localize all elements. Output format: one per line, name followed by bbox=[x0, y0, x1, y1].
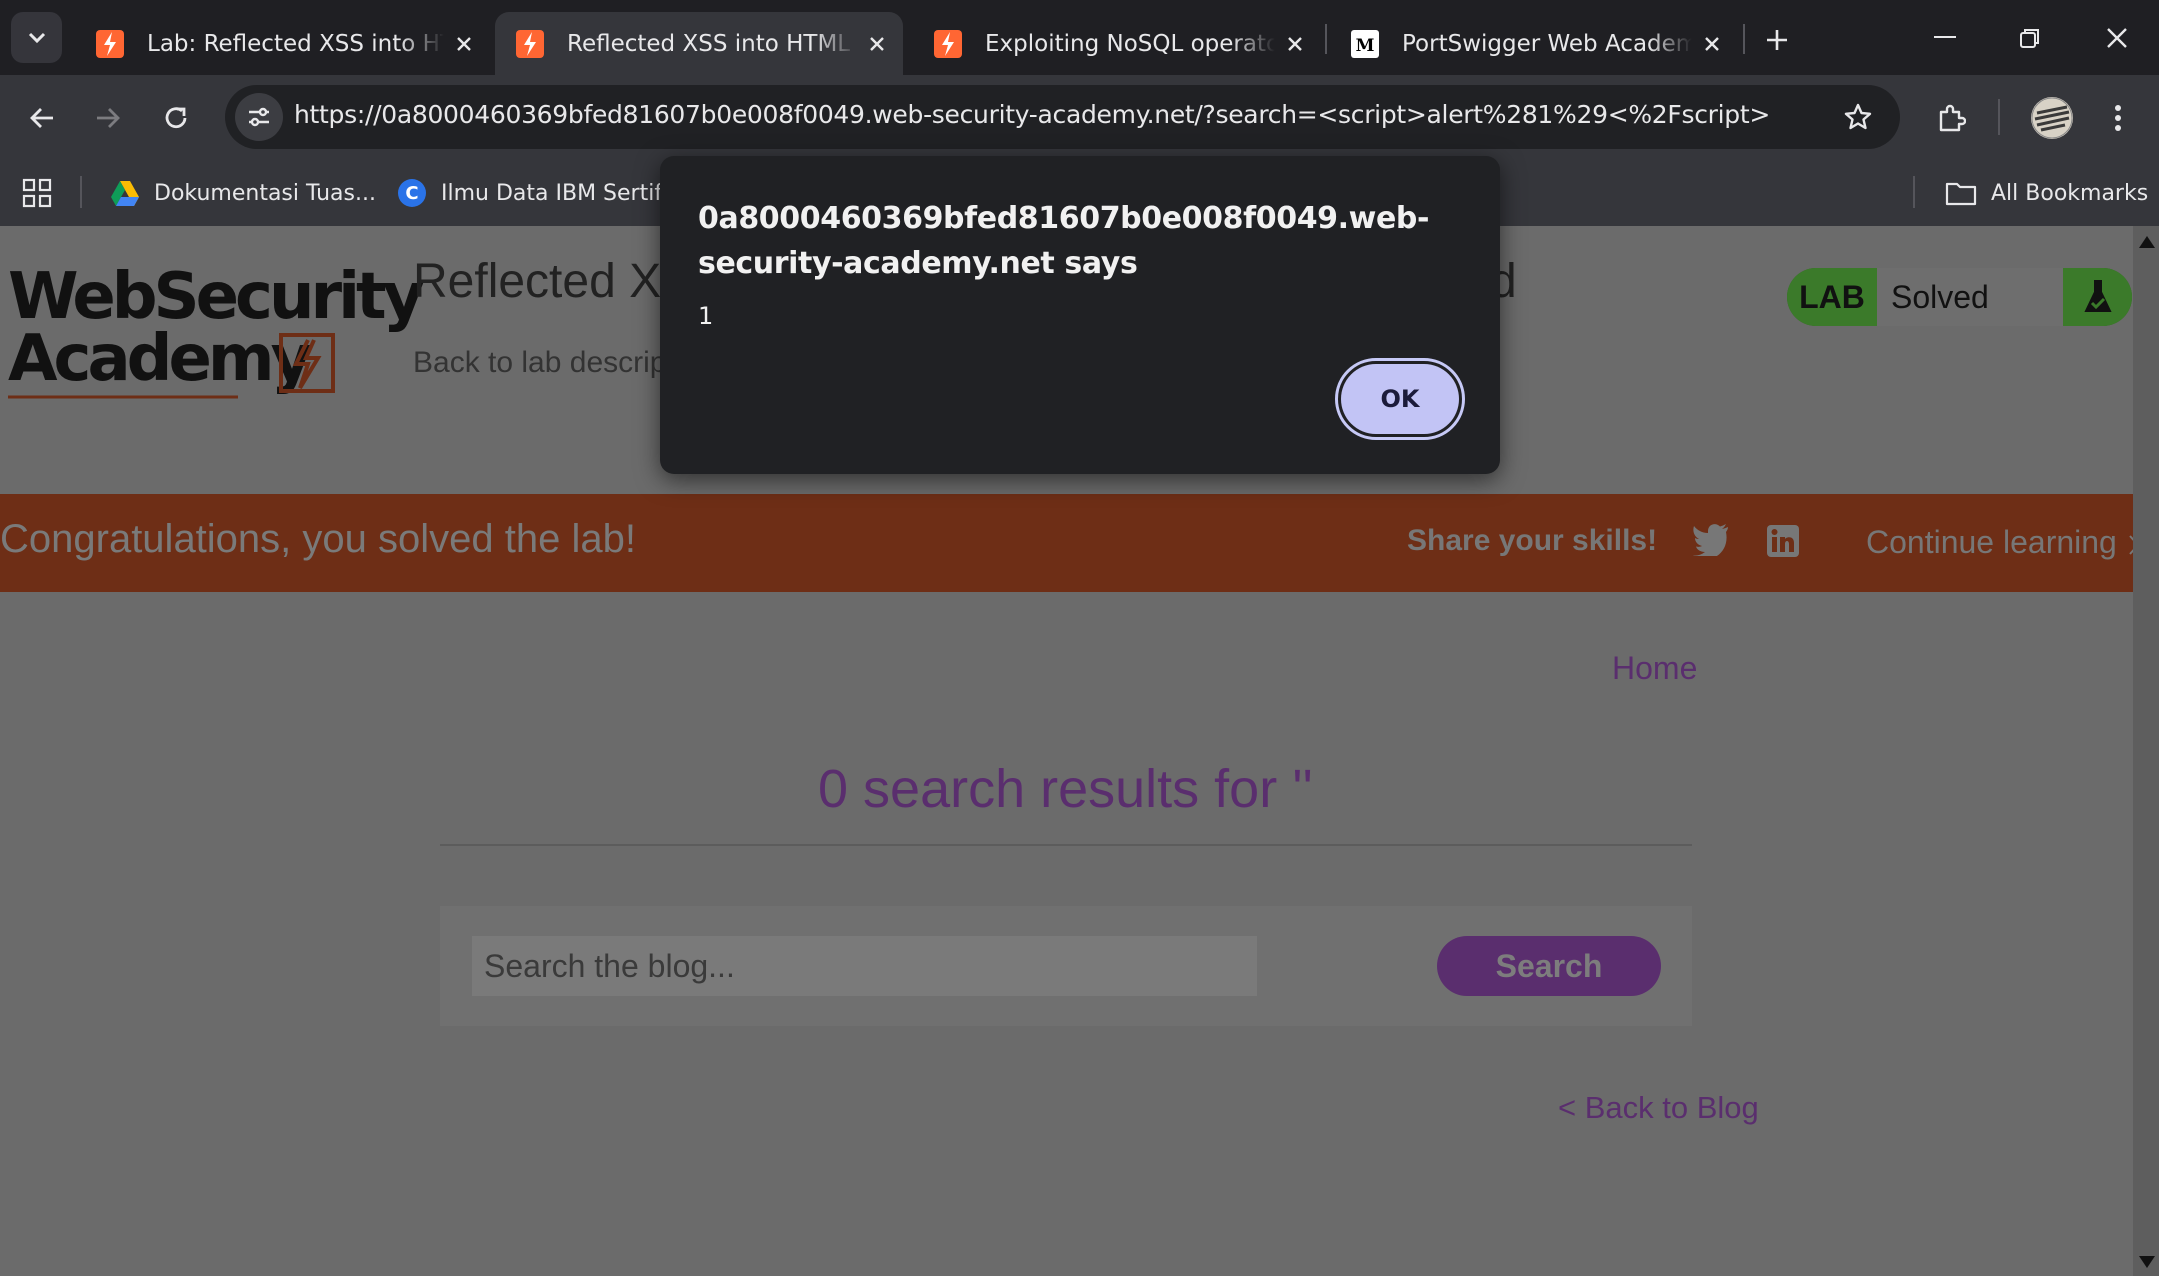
close-icon bbox=[2107, 27, 2127, 48]
portswigger-icon bbox=[96, 29, 124, 58]
toolbar-separator bbox=[1998, 99, 2000, 135]
close-tab-icon[interactable] bbox=[1692, 24, 1732, 64]
arrow-left-icon bbox=[30, 108, 53, 128]
javascript-alert-dialog: 0a8000460369bfed81607b0e008f0049.web-sec… bbox=[660, 156, 1500, 474]
logo-bolt-icon bbox=[279, 333, 335, 393]
back-to-lab-description-link[interactable]: Back to lab descrip bbox=[413, 346, 666, 380]
ok-button-focus-ring: OK bbox=[1335, 358, 1465, 440]
star-icon bbox=[1844, 103, 1872, 130]
lab-title: Reflected XS bbox=[413, 255, 694, 308]
bookmark-star-button[interactable] bbox=[1838, 97, 1878, 137]
forward-button[interactable] bbox=[83, 93, 133, 143]
continue-learning-label: Continue learning bbox=[1866, 524, 2117, 560]
scroll-down-arrow-icon[interactable] bbox=[2139, 1256, 2155, 1268]
tune-icon bbox=[249, 107, 269, 127]
lab-status-badge: LAB Solved bbox=[1787, 268, 2132, 326]
share-skills-label: Share your skills! bbox=[1407, 524, 1658, 557]
tab-nosql-injection[interactable]: Exploiting NoSQL operator injection bbox=[913, 12, 1321, 75]
tab-title: PortSwigger Web Academy: Lab bbox=[1402, 30, 1692, 57]
apps-button[interactable] bbox=[22, 172, 66, 214]
lab-status: Solved bbox=[1877, 268, 2063, 326]
reload-button[interactable] bbox=[151, 93, 201, 143]
congratulations-message: Congratulations, you solved the lab! bbox=[0, 517, 636, 561]
folder-icon bbox=[1945, 182, 1977, 206]
search-results-heading: 0 search results for '' bbox=[818, 759, 1313, 819]
tab-separator bbox=[1325, 24, 1327, 54]
browser-menu-button[interactable] bbox=[2093, 93, 2143, 143]
apps-grid-icon bbox=[22, 178, 52, 208]
linkedin-icon[interactable] bbox=[1766, 524, 1800, 558]
ok-button[interactable]: OK bbox=[1341, 364, 1459, 434]
search-input[interactable] bbox=[472, 936, 1257, 996]
restore-button[interactable] bbox=[1988, 0, 2072, 75]
logo-line-1: WebSecurity bbox=[8, 260, 424, 334]
tab-title: Exploiting NoSQL operator injection bbox=[985, 30, 1275, 57]
tab-lab-reflected-xss[interactable]: Lab: Reflected XSS into HTML context wit… bbox=[75, 12, 490, 75]
portswigger-icon bbox=[516, 29, 544, 58]
home-link[interactable]: Home bbox=[1612, 650, 1697, 687]
chevron-down-icon bbox=[28, 32, 45, 43]
address-bar[interactable]: https://0a8000460369bfed81607b0e008f0049… bbox=[225, 85, 1900, 149]
search-button[interactable]: Search bbox=[1437, 936, 1661, 996]
site-info-button[interactable] bbox=[235, 93, 283, 141]
bookmark-label: Dokumentasi Tuas... bbox=[154, 180, 376, 206]
tab-medium-portswigger[interactable]: M PortSwigger Web Academy: Lab bbox=[1330, 12, 1738, 75]
minimize-icon bbox=[1934, 35, 1956, 38]
search-form: Search bbox=[440, 906, 1692, 1026]
scroll-up-arrow-icon[interactable] bbox=[2139, 236, 2155, 248]
tab-strip: Lab: Reflected XSS into HTML context wit… bbox=[0, 0, 2159, 75]
close-tab-icon[interactable] bbox=[444, 24, 484, 64]
flask-icon bbox=[2063, 268, 2132, 326]
kebab-menu-icon bbox=[2115, 105, 2121, 131]
avatar-icon bbox=[2031, 97, 2073, 139]
bookmark-dokumentasi[interactable]: Dokumentasi Tuas... bbox=[110, 172, 376, 214]
medium-icon: M bbox=[1351, 29, 1379, 58]
browser-toolbar: https://0a8000460369bfed81607b0e008f0049… bbox=[0, 75, 2159, 160]
logo-line-2: Academy bbox=[8, 322, 312, 396]
google-drive-icon bbox=[111, 180, 139, 206]
svg-text:C: C bbox=[405, 183, 418, 204]
continue-learning-link[interactable]: Continue learning bbox=[1866, 524, 2133, 561]
restore-icon bbox=[2020, 28, 2039, 48]
minimize-button[interactable] bbox=[1903, 0, 1987, 75]
bookmark-separator bbox=[1913, 176, 1915, 208]
tab-separator bbox=[1743, 24, 1745, 54]
close-window-button[interactable] bbox=[2075, 0, 2159, 75]
profile-avatar[interactable] bbox=[2027, 93, 2077, 143]
arrow-right-icon bbox=[97, 108, 120, 128]
tab-reflected-xss-active[interactable]: Reflected XSS into HTML context with not… bbox=[495, 12, 903, 75]
coursera-icon: C bbox=[398, 179, 426, 207]
plus-icon bbox=[1767, 30, 1787, 50]
extensions-button[interactable] bbox=[1926, 93, 1976, 143]
tab-search-button[interactable] bbox=[11, 12, 62, 63]
portswigger-icon bbox=[934, 29, 962, 58]
all-bookmarks-button[interactable]: All Bookmarks bbox=[1945, 172, 2148, 214]
alert-origin-text: 0a8000460369bfed81607b0e008f0049.web-sec… bbox=[698, 201, 1430, 281]
bookmark-label: Ilmu Data IBM Sertif... bbox=[441, 180, 682, 206]
page-scrollbar[interactable] bbox=[2133, 226, 2159, 1276]
puzzle-icon bbox=[1939, 104, 1966, 132]
close-tab-icon[interactable] bbox=[1275, 24, 1315, 64]
bookmark-ilmu-data-ibm[interactable]: C Ilmu Data IBM Sertif... bbox=[397, 172, 681, 214]
alert-message: 1 bbox=[698, 302, 714, 330]
logo-underline bbox=[8, 395, 238, 399]
url-text[interactable]: https://0a8000460369bfed81607b0e008f0049… bbox=[294, 100, 1770, 129]
twitter-icon[interactable] bbox=[1692, 522, 1730, 556]
close-tab-icon[interactable] bbox=[857, 24, 897, 64]
solved-banner: Congratulations, you solved the lab! Sha… bbox=[0, 494, 2133, 592]
new-tab-button[interactable] bbox=[1755, 18, 1799, 62]
back-button[interactable] bbox=[17, 93, 67, 143]
divider bbox=[440, 844, 1692, 846]
web-security-academy-logo[interactable]: WebSecurity Academy bbox=[8, 260, 424, 399]
svg-text:M: M bbox=[1356, 36, 1375, 56]
lab-label: LAB bbox=[1787, 268, 1877, 326]
tab-title: Lab: Reflected XSS into HTML context wit… bbox=[147, 30, 444, 57]
double-chevron-right-icon bbox=[2128, 534, 2133, 555]
back-to-blog-link[interactable]: < Back to Blog bbox=[1558, 1090, 1759, 1126]
tab-title: Reflected XSS into HTML context with not… bbox=[567, 30, 857, 57]
bookmark-separator bbox=[80, 176, 82, 208]
reload-icon bbox=[165, 107, 187, 129]
all-bookmarks-label: All Bookmarks bbox=[1991, 180, 2149, 206]
